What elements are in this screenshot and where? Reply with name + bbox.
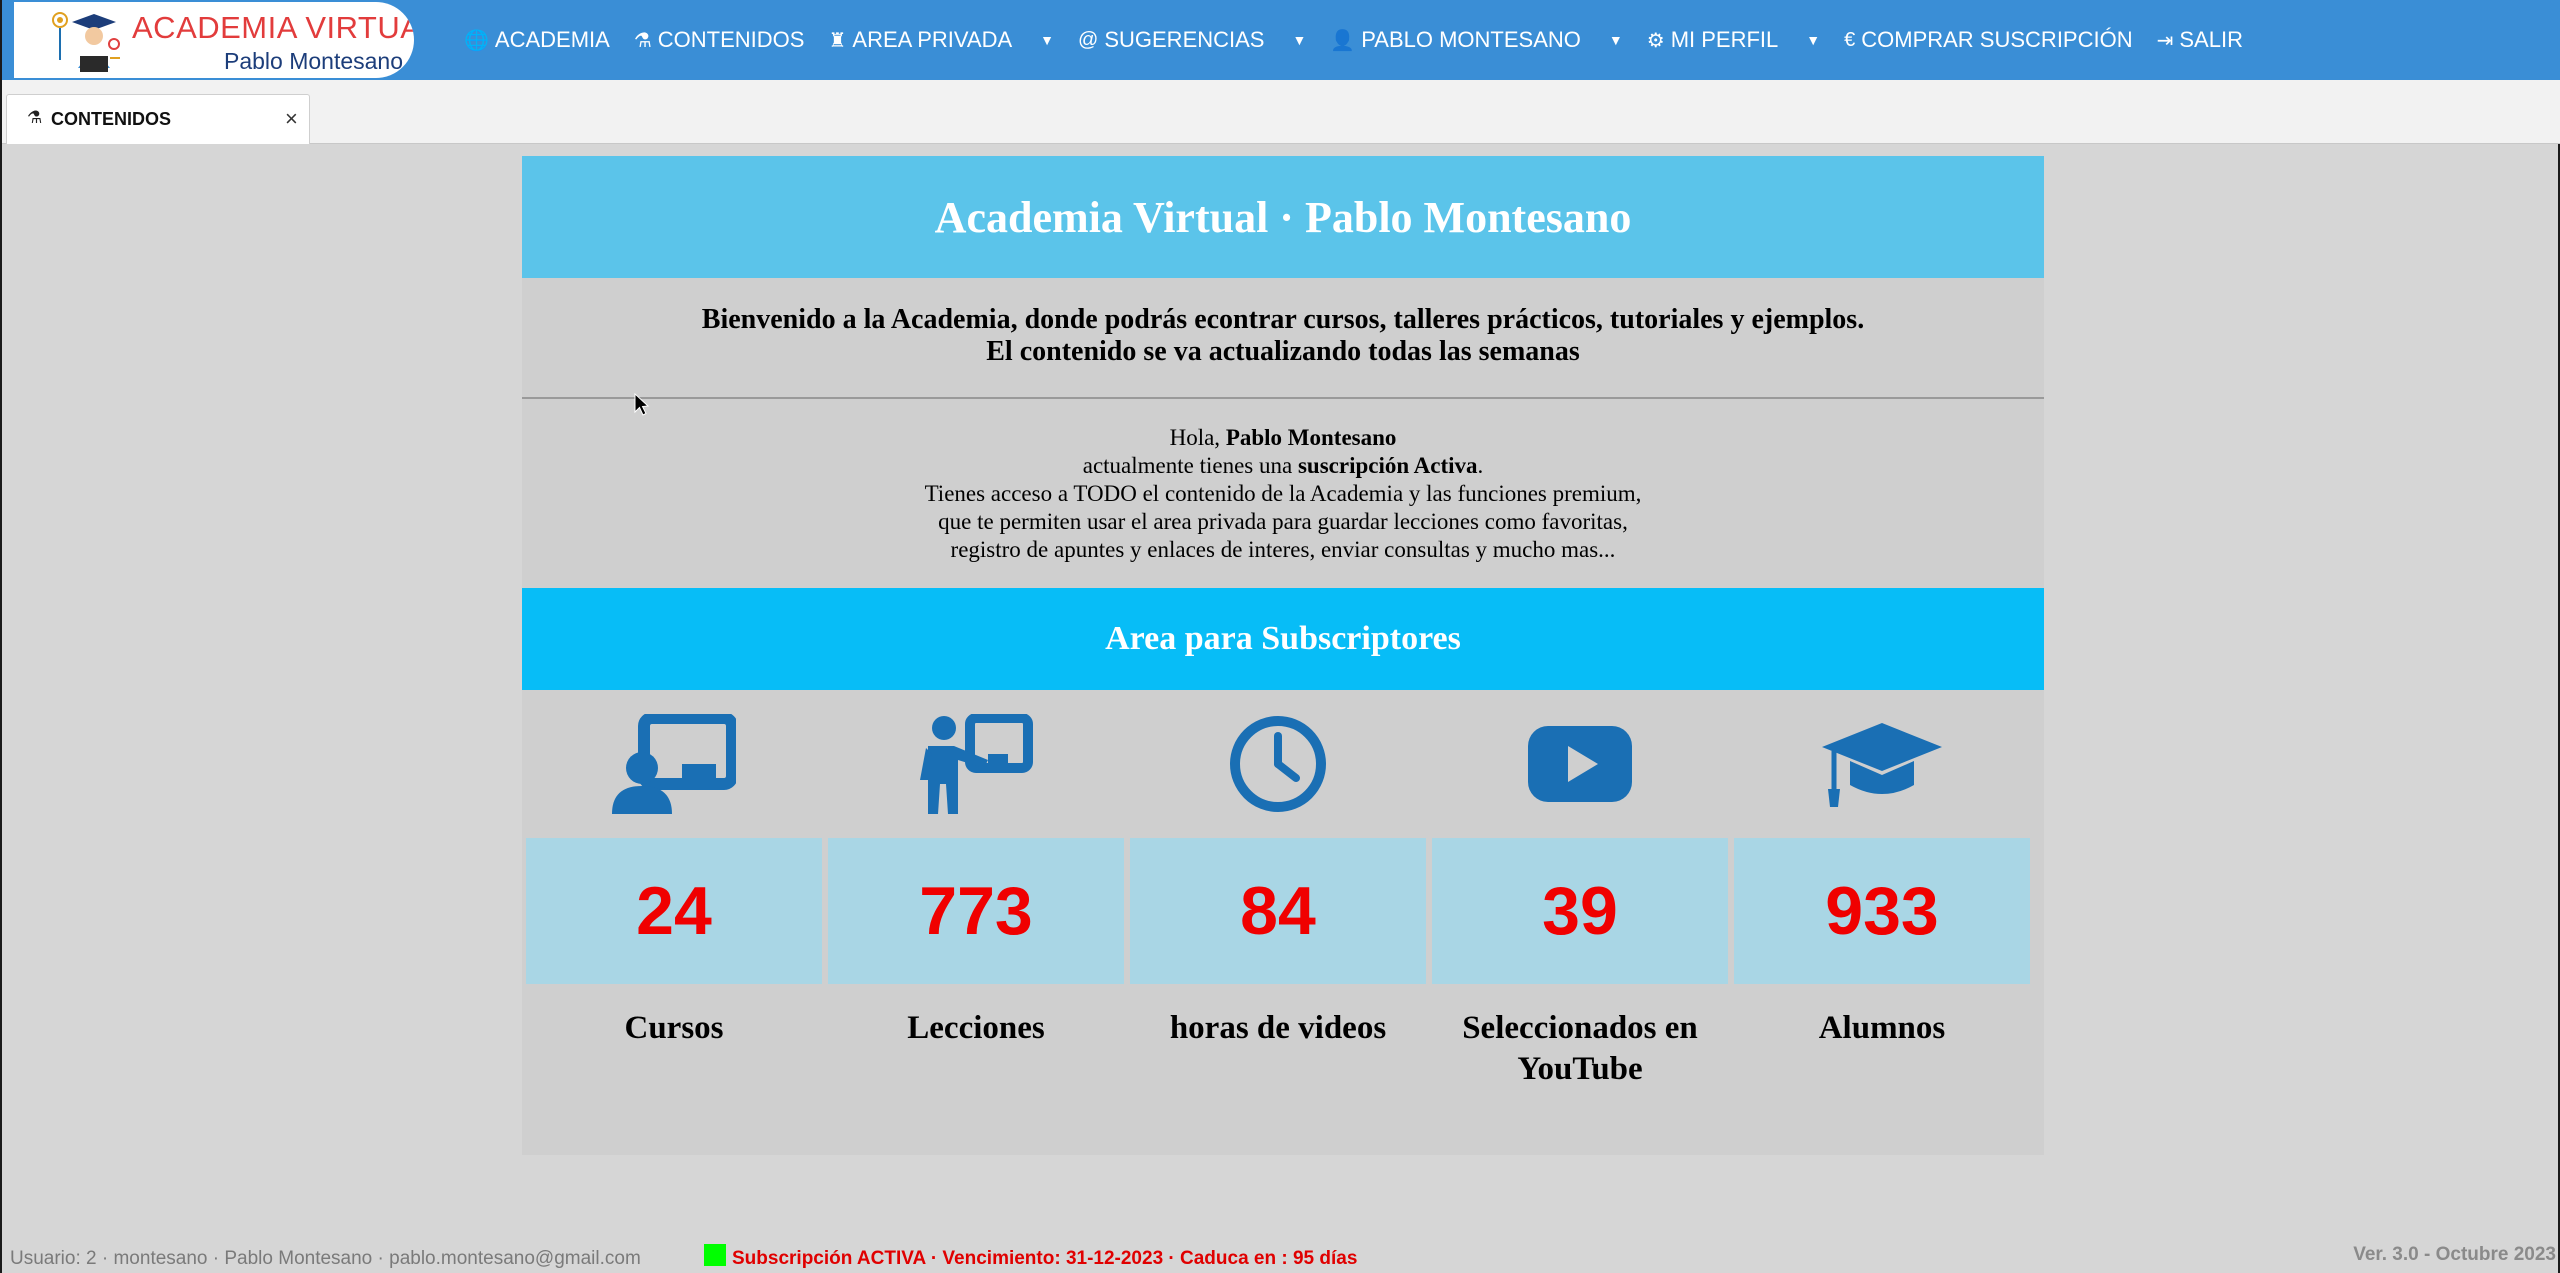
stat-value: 933 bbox=[1825, 873, 1939, 949]
footer-subscription: Subscripción ACTIVA · Vencimiento: 31-12… bbox=[732, 1248, 1358, 1269]
youtube-icon bbox=[1432, 704, 1728, 824]
teacher-logo-icon bbox=[52, 12, 120, 72]
content-panel: Academia Virtual · Pablo Montesano Bienv… bbox=[522, 156, 2044, 1155]
gears-icon: ⚙ bbox=[1646, 29, 1665, 52]
greeting-line-3: Tienes acceso a TODO el contenido de la … bbox=[924, 481, 1642, 506]
divider bbox=[522, 397, 2044, 399]
nav-label: MI PERFIL bbox=[1670, 27, 1779, 52]
sign-out-icon: ⇥ bbox=[2156, 29, 2174, 52]
stat-value: 24 bbox=[636, 873, 712, 949]
stat-label: Alumnos bbox=[1818, 1010, 1946, 1046]
nav-label: COMPRAR SUSCRIPCIÓN bbox=[1861, 27, 2133, 52]
logo-title: ACADEMIA VIRTUAL bbox=[132, 10, 414, 45]
nav-label: SALIR bbox=[2179, 27, 2243, 52]
greeting-line-4: que te permiten usar el area privada par… bbox=[938, 509, 1628, 534]
nav-contenidos[interactable]: ⚗ CONTENIDOS bbox=[634, 0, 805, 80]
euro-icon: € bbox=[1844, 28, 1856, 51]
nav-sugerencias[interactable]: @ SUGERENCIAS ▼ bbox=[1078, 0, 1306, 80]
nav-label: AREA PRIVADA bbox=[852, 27, 1013, 52]
subscription-status: suscripción Activa bbox=[1297, 453, 1478, 478]
stat-label: horas de videos bbox=[1169, 1010, 1387, 1046]
page-title: Academia Virtual · Pablo Montesano bbox=[934, 192, 1632, 242]
stat-label: Cursos bbox=[624, 1010, 724, 1046]
stat-box: 84 bbox=[1130, 838, 1426, 984]
greeting-hello-line: Hola, Pablo Montesano bbox=[522, 424, 2044, 452]
logo[interactable]: ACADEMIA VIRTUAL Pablo Montesano bbox=[14, 2, 414, 78]
greeting-status-pre: actualmente tienes una bbox=[1082, 453, 1298, 478]
welcome-line-2: El contenido se va actualizando todas la… bbox=[986, 336, 1580, 367]
greeting-line-5: registro de apuntes y enlaces de interes… bbox=[950, 537, 1616, 562]
subscribers-title: Area para Subscriptores bbox=[1105, 620, 1461, 657]
chevron-down-icon: ▼ bbox=[1806, 32, 1821, 48]
nav-mi-perfil[interactable]: ⚙ MI PERFIL ▼ bbox=[1647, 0, 1820, 80]
stat-box: 773 bbox=[828, 838, 1124, 984]
stat-cursos: 24 Cursos bbox=[526, 704, 822, 1104]
stat-youtube: 39 Seleccionados en YouTube bbox=[1432, 704, 1728, 1104]
nav-label: ACADEMIA bbox=[494, 27, 610, 52]
status-indicator bbox=[704, 1244, 726, 1266]
mouse-cursor-icon bbox=[634, 393, 650, 416]
at-icon: @ bbox=[1078, 28, 1099, 51]
logo-subtitle: Pablo Montesano bbox=[224, 48, 404, 74]
greeting-status-line: actualmente tienes una suscripción Activ… bbox=[522, 452, 2044, 480]
nav-comprar-suscripcion[interactable]: € COMPRAR SUSCRIPCIÓN bbox=[1844, 0, 2132, 80]
chevron-down-icon: ▼ bbox=[1292, 32, 1307, 48]
subscribers-banner: Area para Subscriptores bbox=[522, 588, 2044, 690]
hero-banner: Academia Virtual · Pablo Montesano bbox=[522, 156, 2044, 278]
greeting-name: Pablo Montesano bbox=[1225, 425, 1397, 450]
chalkboard-teacher-icon bbox=[828, 704, 1124, 824]
stat-box: 24 bbox=[526, 838, 822, 984]
close-icon[interactable]: × bbox=[285, 106, 298, 132]
user-icon: 👤 bbox=[1330, 29, 1356, 52]
chevron-down-icon: ▼ bbox=[1608, 32, 1623, 48]
user-lock-icon: ♜ bbox=[828, 29, 847, 52]
nav-area-privada[interactable]: ♜ AREA PRIVADA ▼ bbox=[828, 0, 1054, 80]
chevron-down-icon: ▼ bbox=[1040, 32, 1055, 48]
greeting-status-post: . bbox=[1477, 453, 1484, 478]
top-navbar: ACADEMIA VIRTUAL Pablo Montesano 🌐 ACADE… bbox=[2, 0, 2560, 80]
stat-box: 933 bbox=[1734, 838, 2030, 984]
stat-value: 84 bbox=[1240, 873, 1316, 949]
flask-icon: ⚗ bbox=[633, 29, 652, 52]
nav-user[interactable]: 👤 PABLO MONTESANO ▼ bbox=[1330, 0, 1622, 80]
stat-label: Seleccionados en YouTube bbox=[1462, 1010, 1698, 1087]
graduation-cap-icon bbox=[1734, 704, 2030, 824]
stat-value: 39 bbox=[1542, 873, 1618, 949]
chalkboard-user-icon bbox=[526, 704, 822, 824]
tab-label: CONTENIDOS bbox=[51, 109, 172, 129]
clock-icon bbox=[1130, 704, 1426, 824]
nav-label: CONTENIDOS bbox=[657, 27, 805, 52]
flask-icon: ⚗ bbox=[27, 108, 43, 127]
globe-icon: 🌐 bbox=[464, 29, 489, 52]
greeting-block: Hola, Pablo Montesano actualmente tienes… bbox=[522, 424, 2044, 564]
footer-user-info: Usuario: 2 · montesano · Pablo Montesano… bbox=[10, 1248, 641, 1269]
stat-label: Lecciones bbox=[907, 1010, 1045, 1046]
stat-box: 39 bbox=[1432, 838, 1728, 984]
nav-label: SUGERENCIAS bbox=[1104, 27, 1265, 52]
stat-alumnos: 933 Alumnos bbox=[1734, 704, 2030, 1104]
main-nav: 🌐 ACADEMIA ⚗ CONTENIDOS ♜ AREA PRIVADA ▼… bbox=[464, 0, 2267, 80]
stat-lecciones: 773 Lecciones bbox=[828, 704, 1124, 1104]
tab-strip: ⚗ CONTENIDOS × bbox=[2, 80, 2560, 144]
nav-salir[interactable]: ⇥ SALIR bbox=[2157, 0, 2243, 80]
version-label: Ver. 3.0 - Octubre 2023 bbox=[2353, 1244, 2556, 1265]
nav-label: PABLO MONTESANO bbox=[1361, 27, 1581, 52]
status-bar: Usuario: 2 · montesano · Pablo Montesano… bbox=[2, 1238, 2560, 1273]
greeting-hello: Hola, bbox=[1169, 425, 1226, 450]
nav-academia[interactable]: 🌐 ACADEMIA bbox=[464, 0, 610, 80]
welcome-line-1: Bienvenido a la Academia, donde podrás e… bbox=[701, 304, 1865, 335]
welcome-message: Bienvenido a la Academia, donde podrás e… bbox=[522, 304, 2044, 368]
tab-contenidos[interactable]: ⚗ CONTENIDOS × bbox=[6, 94, 310, 144]
stat-horas-videos: 84 horas de videos bbox=[1130, 704, 1426, 1104]
stat-value: 773 bbox=[919, 873, 1033, 949]
